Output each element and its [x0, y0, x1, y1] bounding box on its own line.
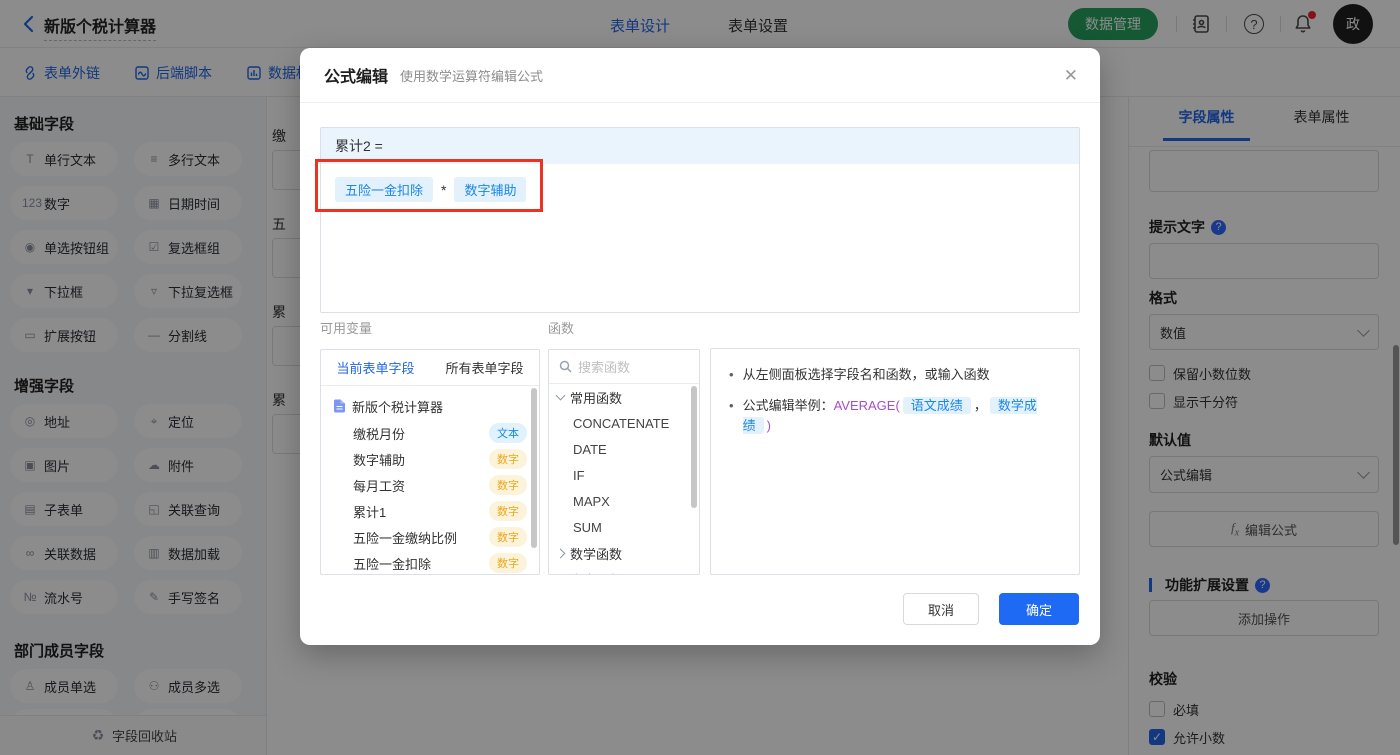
chevron-down-icon — [555, 390, 566, 401]
function-item-SUM[interactable]: SUM — [549, 514, 699, 540]
modal-title: 公式编辑 — [324, 69, 389, 86]
bullet-icon: • — [729, 398, 734, 413]
functions-panel: 搜索函数 常用函数 CONCATENATEDATEIFMAPXSUM 数学函数文本函… — [548, 349, 700, 575]
cancel-button[interactable]: 取消 — [903, 593, 979, 625]
function-group-文本函数[interactable]: 文本函数 — [549, 566, 699, 575]
formula-field-chip[interactable]: 五险一金扣除 — [335, 177, 434, 202]
function-item-MAPX[interactable]: MAPX — [549, 488, 699, 514]
function-item-CONCATENATE[interactable]: CONCATENATE — [549, 410, 699, 436]
chevron-right-icon — [556, 574, 566, 575]
tip-row: • 公式编辑举例：AVERAGE(语文成绩，数学成绩) — [729, 396, 1061, 436]
variables-tab-2[interactable]: 所有表单字段 — [430, 350, 539, 385]
variable-row[interactable]: 五险一金扣除 数字 — [321, 550, 539, 574]
function-group-label: 常用函数 — [570, 390, 623, 406]
variable-row[interactable]: 每月工资 数字 — [321, 472, 539, 498]
variable-name: 五险一金缴纳比例 — [353, 530, 458, 546]
tip-row: • 从左侧面板选择字段名和函数，或输入函数 — [729, 365, 1061, 385]
close-icon[interactable]: ✕ — [1064, 66, 1078, 86]
example-function-name: ) — [766, 418, 771, 433]
confirm-button[interactable]: 确定 — [999, 593, 1079, 625]
form-tree-root[interactable]: 新版个税计算器 — [321, 392, 539, 420]
variables-label: 可用变量 — [320, 321, 373, 336]
formula-operator: * — [441, 181, 447, 198]
variables-list: 缴税月份 文本 数字辅助 数字 每月工资 数字 累计1 数字 五险一金缴纳比例 数字 五险一金扣除数… — [321, 420, 539, 574]
example-field-chip: 语文成绩 — [902, 397, 971, 414]
formula-body: 五险一金扣除 * 数字辅助 — [321, 164, 1079, 215]
variable-row[interactable]: 五险一金缴纳比例 数字 — [321, 524, 539, 550]
variable-type-badge: 数字 — [489, 449, 527, 469]
variables-tab-1[interactable]: 当前表单字段 — [321, 350, 430, 385]
variable-name: 数字辅助 — [353, 452, 406, 468]
scrollbar-thumb[interactable] — [531, 388, 537, 548]
variable-type-badge: 数字 — [489, 553, 527, 573]
variable-name: 每月工资 — [353, 478, 406, 494]
function-group-数学函数[interactable]: 数学函数 — [549, 540, 699, 566]
function-search-input[interactable]: 搜索函数 — [549, 350, 699, 384]
variable-type-badge: 数字 — [489, 501, 527, 521]
function-item-DATE[interactable]: DATE — [549, 436, 699, 462]
variable-name: 累计1 — [353, 504, 387, 520]
function-group-label: 文本函数 — [570, 570, 622, 575]
form-doc-icon — [333, 399, 346, 413]
function-group-label: 数学函数 — [570, 546, 623, 562]
variable-row[interactable]: 缴税月份 文本 — [321, 420, 539, 446]
search-icon — [559, 360, 572, 373]
functions-list: 常用函数 CONCATENATEDATEIFMAPXSUM 数学函数文本函数 — [549, 384, 699, 575]
variable-type-badge: 文本 — [489, 423, 527, 443]
variables-panel: 当前表单字段 所有表单字段 新版个税计算器 缴税月份 文本 数字辅助 数字 每月工资 数字累… — [320, 349, 540, 575]
tip-text: 公式编辑举例：AVERAGE(语文成绩，数学成绩) — [742, 397, 1037, 434]
scrollbar-thumb[interactable] — [691, 386, 697, 508]
modal-subtitle: 使用数学运算符编辑公式 — [400, 68, 544, 84]
variables-tabs: 当前表单字段 所有表单字段 — [321, 350, 539, 386]
modal-header: 公式编辑 使用数学运算符编辑公式 — [300, 48, 1100, 103]
variable-name: 五险一金扣除 — [353, 556, 432, 572]
tip-text: 从左侧面板选择字段名和函数，或输入函数 — [742, 367, 990, 382]
formula-editor-box[interactable]: 累计2 = 五险一金扣除 * 数字辅助 — [320, 127, 1080, 313]
example-function-name: AVERAGE( — [833, 398, 900, 413]
functions-label: 函数 — [548, 321, 575, 336]
tips-panel: • 从左侧面板选择字段名和函数，或输入函数 • 公式编辑举例：AVERAGE(语文成绩… — [710, 348, 1080, 575]
formula-editor-modal: 公式编辑 使用数学运算符编辑公式 ✕ 累计2 = 五险一金扣除 * 数字辅助 可用变… — [300, 48, 1100, 645]
variable-type-badge: 数字 — [489, 527, 527, 547]
variable-row[interactable]: 累计1 数字 — [321, 498, 539, 524]
formula-field-chip[interactable]: 数字辅助 — [454, 177, 527, 202]
bullet-icon: • — [729, 367, 734, 382]
function-group-常用函数[interactable]: 常用函数 — [549, 384, 699, 410]
variable-row[interactable]: 数字辅助 数字 — [321, 446, 539, 472]
variable-name: 缴税月份 — [353, 426, 406, 442]
chevron-right-icon — [555, 548, 566, 558]
function-item-IF[interactable]: IF — [549, 462, 699, 488]
formula-target: 累计2 = — [321, 128, 1079, 164]
variable-type-badge: 数字 — [489, 475, 527, 495]
